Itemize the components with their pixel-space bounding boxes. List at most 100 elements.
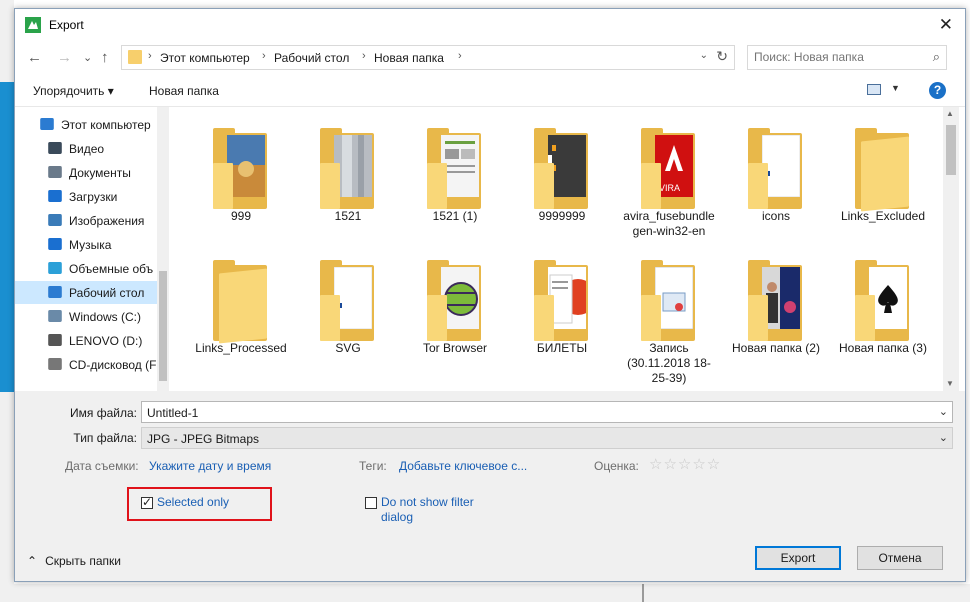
address-dropdown-icon[interactable]: ⌄ [700,50,708,61]
folder-item[interactable]: Tor Browser [405,257,505,377]
sidebar-item-label: LENOVO (D:) [69,334,143,348]
view-options-icon[interactable] [867,84,881,95]
filename-field[interactable]: Untitled-1 ⌄ [141,401,953,423]
cancel-button[interactable]: Отмена [857,546,943,570]
folder-icon [213,128,267,209]
sidebar-item-label: Этот компьютер [61,118,151,132]
sidebar-item[interactable]: Загрузки [15,185,169,208]
3d-objects-icon [48,262,62,274]
rating-stars[interactable]: ☆☆☆☆☆ [649,455,721,473]
folder-icon [320,128,374,209]
help-icon[interactable]: ? [929,82,946,99]
chevron-down-icon[interactable]: ⌄ [939,431,948,444]
pictures-icon [48,214,62,226]
breadcrumb-new-folder[interactable]: Новая папка [374,51,444,65]
recent-locations-icon[interactable]: ⌄ [83,51,92,64]
breadcrumb-this-pc[interactable]: Этот компьютер [160,51,250,65]
folder-item[interactable]: БИЛЕТЫ [512,257,612,377]
folder-item[interactable]: Links_Excluded [833,125,933,245]
folder-item[interactable]: Новая папка (3) [833,257,933,377]
sidebar-item[interactable]: Рабочий стол [15,281,169,304]
drive-windows-icon [48,310,62,322]
folder-item[interactable]: 1521 [298,125,398,245]
sidebar-item[interactable]: CD-дисковод (F [15,353,169,376]
computer-icon [40,118,54,130]
breadcrumb-desktop[interactable]: Рабочий стол [274,51,349,65]
address-bar[interactable]: › Этот компьютер › Рабочий стол › Новая … [121,45,735,70]
folder-name: Новая папка (3) [839,341,927,355]
folder-item[interactable]: Links_Processed [191,257,291,377]
folder-icon [427,260,481,341]
tags-label: Теги: [359,459,387,473]
selected-only-label[interactable]: Selected only [157,495,229,510]
scroll-up-icon[interactable]: ▲ [946,109,954,118]
up-folder-icon[interactable]: ↑ [101,49,109,66]
folder-name: 999 [230,209,252,223]
sidebar-item[interactable]: Этот компьютер [15,113,169,136]
background-app-accent [0,82,14,392]
sidebar-item[interactable]: Объемные объ [15,257,169,280]
folder-name: Новая папка (2) [732,341,820,355]
folder-item[interactable]: Новая папка (2) [726,257,826,377]
sidebar-item-label: Загрузки [69,190,118,204]
view-dropdown-icon[interactable]: ▼ [891,83,900,93]
navigation-scrollbar[interactable] [157,107,169,391]
sidebar-item[interactable]: Windows (C:) [15,305,169,328]
folder-icon [534,128,588,209]
folder-item[interactable]: 1521 (1) [405,125,505,245]
search-input[interactable] [754,50,924,64]
folder-name: 9999999 [538,209,586,223]
export-button[interactable]: Export [755,546,841,570]
scrollbar-thumb[interactable] [946,125,956,175]
folder-item[interactable]: 9999999 [512,125,612,245]
tags-link[interactable]: Добавьте ключевое с... [399,459,527,473]
forward-icon[interactable]: → [57,49,72,66]
folder-item[interactable]: Запись (30.11.2018 18-25-39) [619,257,719,385]
selected-only-checkbox[interactable] [141,495,153,509]
new-folder-button[interactable]: Новая папка [149,84,219,98]
folder-item[interactable]: icons [726,125,826,245]
folder-icon [641,260,695,341]
breadcrumb-separator: › [262,50,266,62]
back-icon[interactable]: ← [27,49,42,66]
sidebar-item[interactable]: Музыка [15,233,169,256]
folder-name: avira_fusebundle gen-win32-en [623,209,715,238]
scroll-down-icon[interactable]: ▼ [946,379,954,388]
file-scrollbar[interactable]: ▲ ▼ [943,107,959,391]
folder-item[interactable]: VIRA avira_fusebundle gen-win32-en [619,125,719,245]
folder-item[interactable]: SVG [298,257,398,377]
rating-label: Оценка: [594,459,639,473]
filetype-select[interactable]: JPG - JPEG Bitmaps ⌄ [141,427,953,449]
search-icon[interactable]: ⌕ [933,49,940,65]
hide-folders-button[interactable]: ⌃ Скрыть папки [27,554,121,568]
window-title: Export [49,18,84,32]
folder-name: Links_Excluded [840,209,926,223]
no-filter-dialog-label[interactable]: Do not show filter dialog [381,495,491,525]
folder-name: Запись (30.11.2018 18-25-39) [627,341,711,385]
no-filter-dialog-checkbox[interactable] [365,497,377,509]
scrollbar-thumb[interactable] [159,271,167,381]
sidebar-item[interactable]: Видео [15,137,169,160]
sidebar-item-label: CD-дисковод (F [69,358,157,372]
organize-menu-button[interactable]: Упорядочить ▾ [33,84,114,98]
folder-item[interactable]: 999 [191,125,291,245]
chevron-down-icon[interactable]: ⌄ [939,405,948,418]
date-taken-link[interactable]: Укажите дату и время [149,459,271,473]
close-icon[interactable]: ✕ [939,15,953,35]
search-box[interactable]: ⌕ [747,45,947,70]
sidebar-item-label: Музыка [69,238,112,252]
folder-name: Links_Processed [195,341,287,355]
filename-value[interactable]: Untitled-1 [147,406,198,420]
filetype-value[interactable]: JPG - JPEG Bitmaps [147,432,259,446]
downloads-icon [48,190,62,202]
video-icon [48,142,62,154]
folder-icon: VIRA [641,128,695,209]
hide-folders-label: Скрыть папки [45,554,121,568]
sidebar-item[interactable]: LENOVO (D:) [15,329,169,352]
refresh-icon[interactable]: ↻ [716,48,728,65]
filename-label: Имя файла: [70,406,137,420]
sidebar-item[interactable]: Изображения [15,209,169,232]
background-app-bottom [0,584,970,602]
export-dialog: Export ✕ ← → ⌄ ↑ › Этот компьютер › Рабо… [14,8,966,582]
sidebar-item[interactable]: Документы [15,161,169,184]
